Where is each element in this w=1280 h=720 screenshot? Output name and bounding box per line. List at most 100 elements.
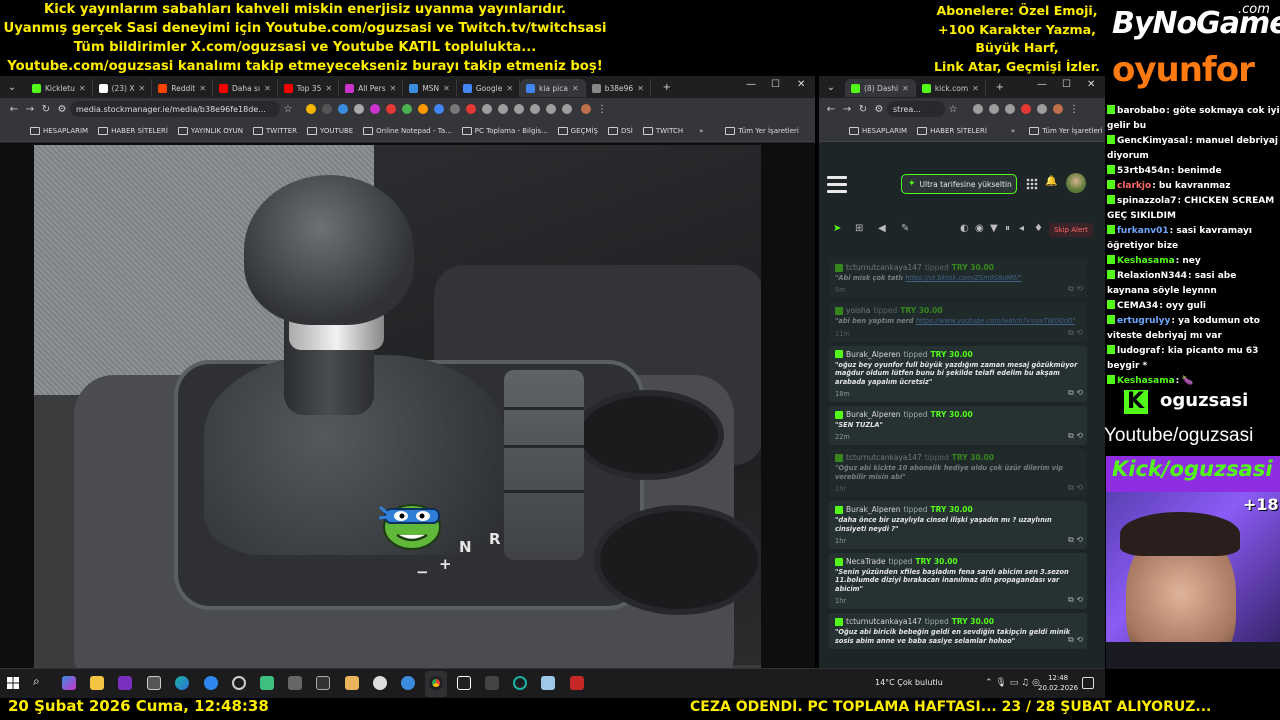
profile-avatar[interactable] (581, 104, 591, 114)
extension-icon[interactable] (973, 104, 983, 114)
bookmark-item[interactable]: HESAPLARIM (30, 126, 88, 135)
ring-app-icon[interactable] (513, 676, 527, 690)
extension-icon[interactable] (306, 104, 316, 114)
alert-actions[interactable]: ⧉ ⟲ (1068, 483, 1083, 493)
extension-icon[interactable] (434, 104, 444, 114)
back-icon[interactable]: ← (823, 104, 839, 115)
screen-icon[interactable] (147, 676, 161, 690)
bookmark-item[interactable]: Online Notepad - Ta... (363, 126, 452, 135)
tab-close-icon[interactable]: ✕ (572, 84, 579, 93)
extension-icon[interactable] (386, 104, 396, 114)
gift-icon[interactable]: ⊞ (855, 223, 863, 234)
chat-username[interactable]: RelaxionN344 (1117, 271, 1187, 281)
chat-username[interactable]: Keshasama (1117, 376, 1175, 386)
tab-close-icon[interactable]: ✕ (264, 84, 271, 93)
camera-icon[interactable] (288, 676, 302, 690)
bookmark-item[interactable]: TWITCH (642, 126, 683, 135)
reload-icon[interactable]: ↻ (855, 104, 871, 115)
browser-tab[interactable]: MSN ✕ (403, 79, 457, 97)
capture-app-icon[interactable] (373, 676, 387, 690)
extension-icon[interactable] (322, 104, 332, 114)
forward-icon[interactable]: → (839, 104, 855, 115)
tab-close-icon[interactable]: ✕ (390, 84, 397, 93)
bell-mute-icon[interactable]: ♦ (1034, 223, 1043, 234)
triangle-app-icon[interactable] (316, 676, 330, 690)
eye-icon[interactable]: ◉ (975, 223, 984, 234)
profile-avatar[interactable] (1053, 104, 1063, 114)
hamburger-menu-icon[interactable] (827, 176, 847, 197)
address-bar[interactable]: media.stockmanager.ie/media/b38e96fe18de… (70, 101, 280, 117)
notes-app-icon[interactable] (345, 676, 359, 690)
extension-icon[interactable] (482, 104, 492, 114)
chat-username[interactable]: clarkjo (1117, 181, 1151, 191)
extension-icon[interactable] (562, 104, 572, 114)
alert-username[interactable]: yoisha (846, 306, 870, 315)
alert-username[interactable]: tcturnutcankaya147 (846, 453, 922, 462)
browser-tab[interactable]: Top 35 ✕ (278, 79, 340, 97)
weather-widget[interactable]: 14°C Çok bulutlu (875, 678, 943, 687)
browser-tab[interactable]: (8) Dashi ✕ (845, 79, 916, 97)
chrome-icon[interactable] (429, 676, 443, 690)
all-bookmarks-folder[interactable]: Tüm Yer İşaretleri (725, 126, 799, 135)
address-bar[interactable]: strea... (887, 101, 945, 117)
tab-close-icon[interactable]: ✕ (902, 84, 909, 93)
alert-actions[interactable]: ⧉ ⟲ (1068, 535, 1083, 545)
bookmark-star-icon[interactable]: ☆ (945, 104, 961, 115)
all-bookmarks-folder[interactable]: Tüm Yer İşaretleri (1029, 126, 1103, 135)
browser-tab[interactable]: kick.com ✕ (916, 79, 986, 97)
forward-icon[interactable]: → (22, 104, 38, 115)
bookmark-item[interactable]: HABER SİTELERİ (917, 126, 987, 135)
tab-close-icon[interactable]: ✕ (325, 84, 332, 93)
megaphone-icon[interactable]: ◀ (878, 223, 886, 234)
extension-icon[interactable] (402, 104, 412, 114)
browser-tab[interactable]: Kickletu ✕ (26, 79, 93, 97)
menu-kebab-icon[interactable]: ⋮ (1066, 104, 1082, 115)
tab-search-icon[interactable]: ⌄ (823, 82, 839, 93)
extension-icon[interactable] (1037, 104, 1047, 114)
bookmark-item[interactable]: TWITTER (253, 126, 297, 135)
streamlabs-icon[interactable] (457, 676, 471, 690)
bookmark-item[interactable]: GEÇMİŞ (557, 126, 598, 135)
extension-icon[interactable] (450, 104, 460, 114)
browser-tab[interactable]: kia pica ✕ (520, 79, 586, 97)
reload-icon[interactable]: ↻ (38, 104, 54, 115)
tab-close-icon[interactable]: ✕ (79, 84, 86, 93)
tab-close-icon[interactable]: ✕ (199, 84, 206, 93)
chat-username[interactable]: CEMA34 (1117, 301, 1158, 311)
close-window-button[interactable]: ✕ (797, 79, 805, 90)
alert-username[interactable]: tcturnutcankaya147 (846, 263, 922, 272)
chat-username[interactable]: 53rtb454n (1117, 166, 1170, 176)
tab-close-icon[interactable]: ✕ (972, 84, 979, 93)
volume-icon[interactable]: ◂ (1019, 223, 1024, 234)
bookmark-item[interactable]: HESAPLARIM (849, 126, 907, 135)
refresh-app-icon[interactable] (204, 676, 218, 690)
windows-start-icon[interactable] (6, 676, 20, 690)
alert-link[interactable]: https://www.youtube.com/watch?v=oxTWO0rj… (916, 317, 1075, 325)
site-info-icon[interactable]: ⚙ (871, 104, 887, 115)
file-explorer-icon[interactable] (90, 676, 104, 690)
browser-tab[interactable]: Daha sı ✕ (213, 79, 278, 97)
browser-tab[interactable]: Reddit ✕ (152, 79, 213, 97)
extension-icon[interactable] (338, 104, 348, 114)
bookmark-star-icon[interactable]: ☆ (280, 104, 296, 115)
alert-actions[interactable]: ⧉ ⟲ (1068, 328, 1083, 338)
onenote-icon[interactable] (118, 676, 132, 690)
extension-icon[interactable] (354, 104, 364, 114)
extension-icon[interactable] (498, 104, 508, 114)
tab-close-icon[interactable]: ✕ (506, 84, 513, 93)
user-avatar[interactable] (1066, 173, 1086, 193)
back-icon[interactable]: ← (6, 104, 22, 115)
chat-username[interactable]: Keshasama (1117, 256, 1175, 266)
alert-actions[interactable]: ⧉ ⟲ (1068, 635, 1083, 645)
globe-app-icon[interactable] (401, 676, 415, 690)
close-window-button[interactable]: ✕ (1087, 79, 1095, 90)
extension-icon[interactable] (546, 104, 556, 114)
alert-username[interactable]: Burak_Alperen (846, 505, 901, 514)
pause-icon[interactable]: ⏸ (1005, 223, 1010, 234)
upgrade-button[interactable]: ✦ Ultra tarifesine yükseltin (901, 174, 1017, 194)
bookmark-item[interactable]: PC Toplama - Bilgis... (461, 126, 548, 135)
browser-tab[interactable]: All Pers ✕ (339, 79, 404, 97)
extension-icon[interactable] (466, 104, 476, 114)
photo-app-icon[interactable] (541, 676, 555, 690)
speedometer-icon[interactable] (232, 676, 246, 690)
